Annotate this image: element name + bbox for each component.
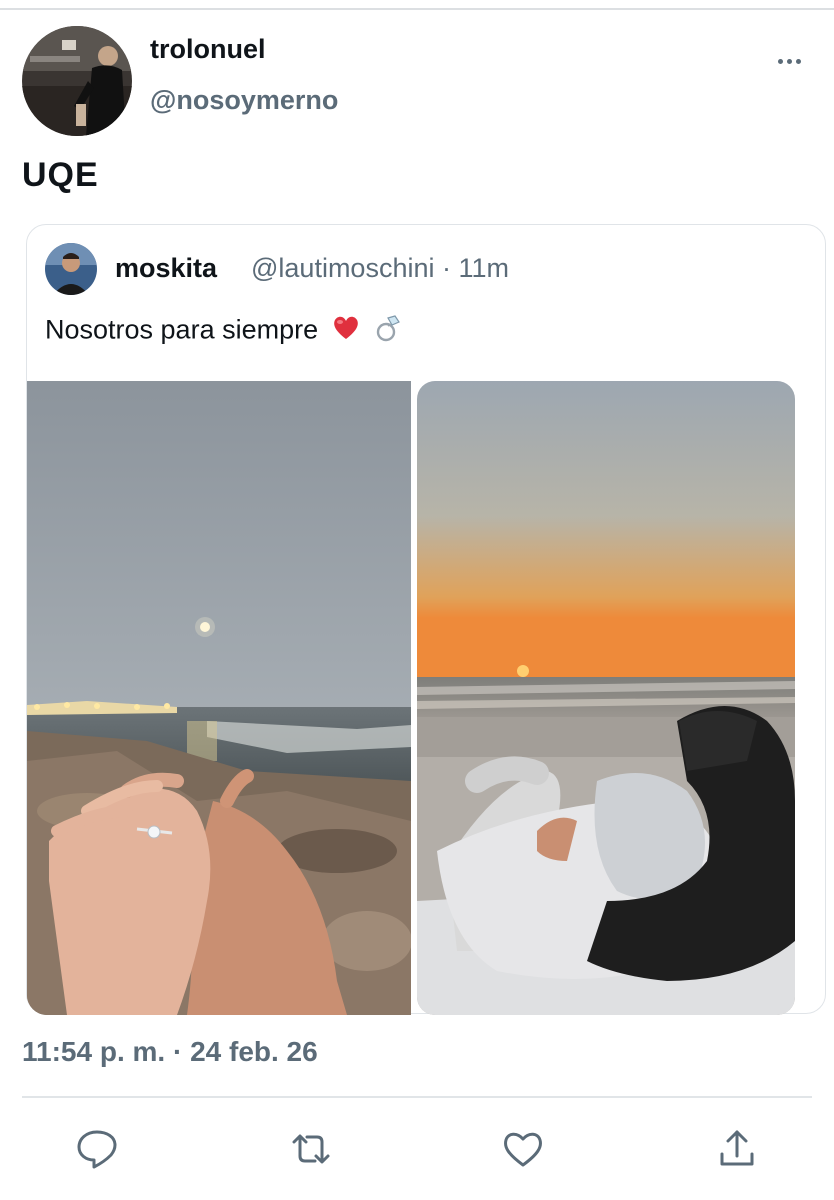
quoted-author-display-name[interactable]: moskita [115,253,217,284]
top-divider [0,8,834,10]
tweet-text: UQE [22,156,99,194]
author-display-name[interactable]: trolonuel [150,34,266,65]
quoted-author-handle[interactable]: @lautimoschini · 11m [251,253,509,284]
share-icon[interactable] [714,1126,760,1172]
quoted-photo-hands-ring[interactable] [27,381,411,1015]
retweet-icon[interactable] [288,1126,334,1172]
author-avatar[interactable] [22,26,132,136]
author-handle[interactable]: @nosoymerno [150,85,338,116]
more-horizontal-icon[interactable] [772,46,808,76]
reply-icon[interactable] [74,1126,120,1172]
ring-emoji-icon [373,313,403,350]
quoted-text-content: Nosotros para siempre [45,314,319,345]
tweet-timestamp[interactable]: 11:54 p. m. · 24 feb. 26 [22,1036,318,1068]
quoted-author-avatar[interactable] [45,243,97,295]
actions-divider [22,1096,812,1098]
heart-icon[interactable] [500,1126,546,1172]
quoted-photo-beach-sunset[interactable] [417,381,795,1015]
quoted-tweet-card[interactable]: moskita @lautimoschini · 11m Nosotros pa… [26,224,826,1015]
quoted-tweet-text: Nosotros para siempre [45,313,403,350]
red-heart-emoji-icon [332,315,360,348]
